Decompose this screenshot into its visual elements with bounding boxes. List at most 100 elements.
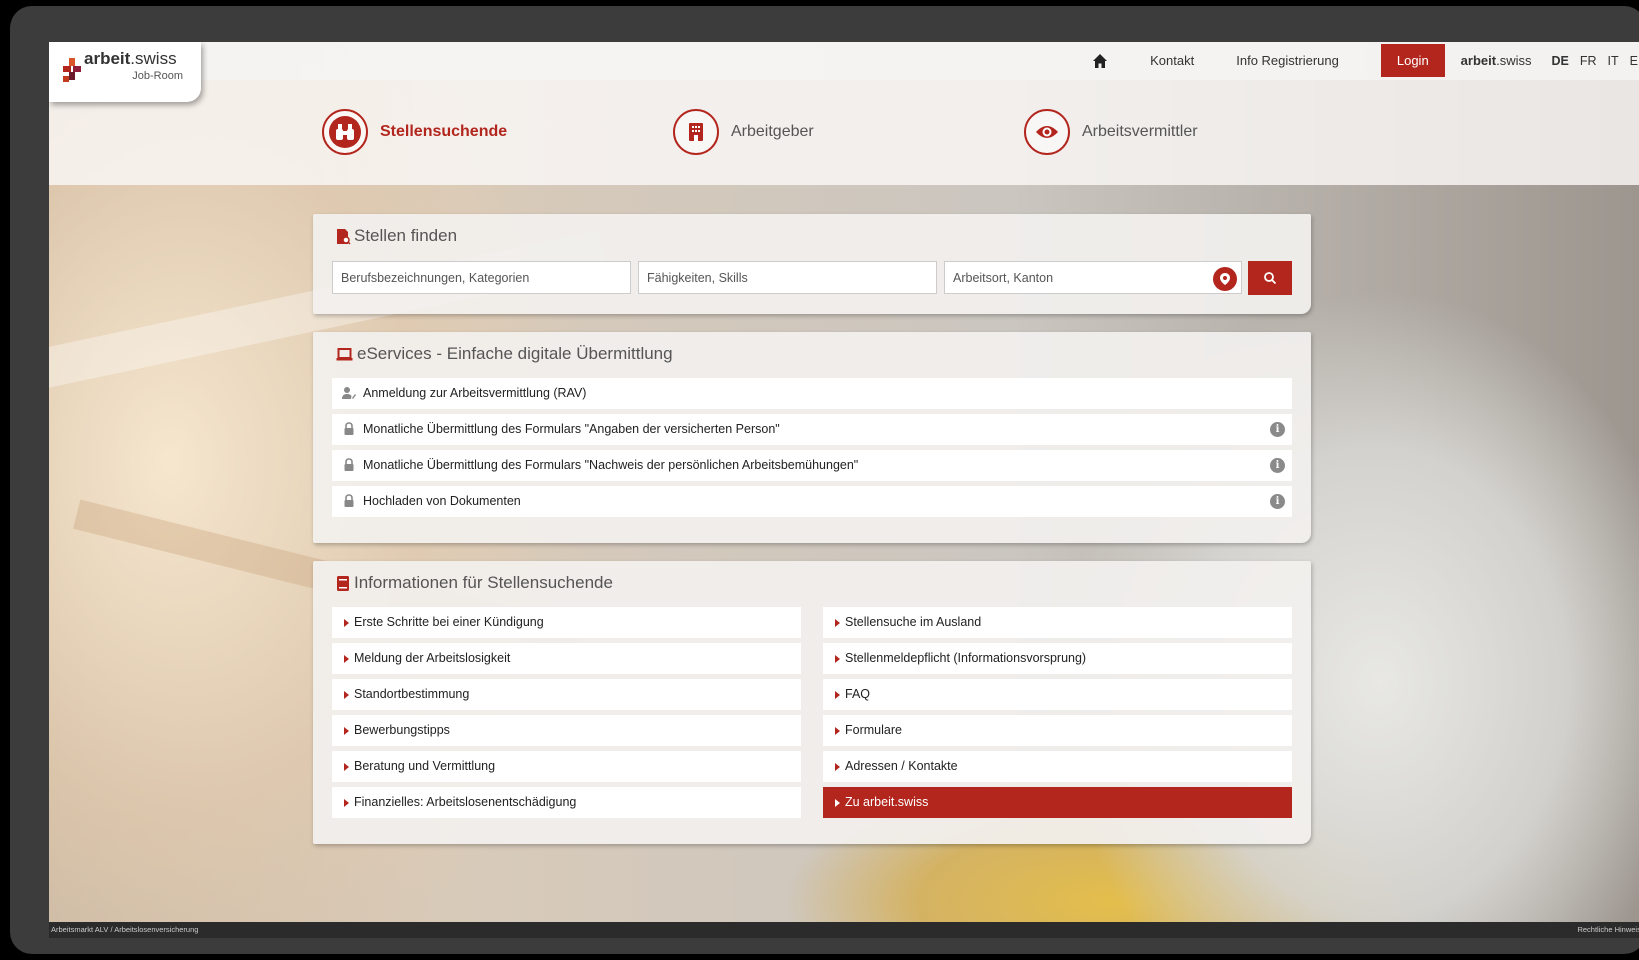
eservice-label: Monatliche Übermittlung des Formulars "N… [363,458,859,472]
top-nav: Kontakt Info Registrierung Login arbeit.… [1090,42,1639,79]
panel-title: Informationen für Stellensuchende [335,573,613,593]
occupation-input[interactable]: Berufsbezeichnungen, Kategorien [332,261,631,294]
info-icon[interactable]: i [1270,458,1285,473]
skills-input[interactable]: Fähigkeiten, Skills [638,261,937,294]
info-link-label: Stellenmeldepflicht (Informationsvorspru… [845,651,1087,665]
role-label: Arbeitgeber [731,123,814,140]
info-link-application-tips[interactable]: Bewerbungstipps [332,715,801,746]
role-tab-arbeitsvermittler[interactable]: Arbeitsvermittler [1024,109,1198,155]
brand-rest: .swiss [1496,53,1532,68]
job-search-panel: Stellen finden Berufsbezeichnungen, Kate… [313,214,1311,314]
info-link-addresses[interactable]: Adressen / Kontakte [823,751,1292,782]
info-icon[interactable]: i [1270,422,1285,437]
arbeit-swiss-link[interactable]: arbeit.swiss [1461,53,1532,68]
login-button[interactable]: Login [1380,44,1445,77]
panel-title-text: eServices - Einfache digitale Übermittlu… [357,344,673,363]
role-icon-ring [673,109,719,155]
info-link-label: Adressen / Kontakte [845,759,958,773]
search-button[interactable] [1248,261,1292,295]
caret-right-icon [835,655,840,663]
role-tab-stellensuchende[interactable]: Stellensuchende [322,109,507,155]
brand-bold: arbeit [1460,53,1497,68]
location-pin-icon[interactable] [1213,267,1237,291]
eservice-item-insured-person-form[interactable]: Monatliche Übermittlung des Formulars "A… [332,414,1292,445]
device-frame: Kontakt Info Registrierung Login arbeit.… [10,6,1639,954]
home-icon[interactable] [1090,51,1110,71]
top-navigation-bar: Kontakt Info Registrierung Login arbeit.… [49,42,1639,80]
info-link-label: Stellensuche im Ausland [845,615,982,629]
logo-subtitle: Job-Room [132,70,183,82]
info-link-first-steps[interactable]: Erste Schritte bei einer Kündigung [332,607,801,638]
panel-title: Stellen finden [335,226,457,246]
info-link-assessment[interactable]: Standortbestimmung [332,679,801,710]
info-link-label: Finanzielles: Arbeitslosenentschädigung [354,795,577,809]
caret-right-icon [344,799,349,807]
eservice-item-registration[interactable]: Anmeldung zur Arbeitsvermittlung (RAV) [332,378,1292,409]
eservice-label: Hochladen von Dokumenten [363,494,521,508]
caret-right-icon [835,727,840,735]
panel-title-text: Stellen finden [354,226,458,245]
info-link-reporting-obligation[interactable]: Stellenmeldepflicht (Informationsvorspru… [823,643,1292,674]
eservice-item-upload-documents[interactable]: Hochladen von Dokumenten i [332,486,1292,517]
caret-right-icon [344,619,349,627]
caret-right-icon [344,763,349,771]
lock-icon [344,494,354,507]
panel-title-text: Informationen für Stellensuchende [354,573,613,592]
info-link-forms[interactable]: Formulare [823,715,1292,746]
logo-brand-bold: arbeit [84,49,131,68]
search-icon [1264,272,1277,285]
logo-wordmark: arbeit.swiss [84,49,177,69]
lang-it[interactable]: IT [1608,54,1619,68]
eservices-panel: eServices - Einfache digitale Übermittlu… [313,332,1311,543]
info-registration-link[interactable]: Info Registrierung [1236,53,1339,68]
job-room-logo[interactable]: arbeit.swiss Job-Room [49,42,201,102]
info-link-faq[interactable]: FAQ [823,679,1292,710]
info-link-label: Formulare [845,723,902,737]
book-icon [337,575,349,591]
info-link-unemployment-report[interactable]: Meldung der Arbeitslosigkeit [332,643,801,674]
laptop-icon [336,347,353,360]
footer-left-link[interactable]: Arbeitsmarkt ALV / Arbeitslosenversicher… [51,922,198,938]
info-link-label: Standortbestimmung [354,687,470,701]
page-footer: Arbeitsmarkt ALV / Arbeitslosenversicher… [49,922,1639,938]
caret-right-icon [344,691,349,699]
info-link-arbeit-swiss[interactable]: Zu arbeit.swiss [823,787,1292,818]
role-selector: Stellensuchende Arbeitgeber Arbeitsvermi… [49,79,1639,185]
role-tab-arbeitgeber[interactable]: Arbeitgeber [673,109,814,155]
lang-de[interactable]: DE [1551,54,1568,68]
eye-icon [1031,116,1063,148]
file-search-icon [337,228,351,245]
info-link-abroad[interactable]: Stellensuche im Ausland [823,607,1292,638]
jobseeker-info-panel: Informationen für Stellensuchende Erste … [313,561,1311,844]
role-icon-ring [322,109,368,155]
caret-right-icon [344,727,349,735]
info-link-finances[interactable]: Finanzielles: Arbeitslosenentschädigung [332,787,801,818]
logo-brand-rest: .swiss [130,49,177,68]
legal-notice-link[interactable]: Rechtliche Hinweise [1577,922,1639,938]
eservice-item-job-search-proof-form[interactable]: Monatliche Übermittlung des Formulars "N… [332,450,1292,481]
lang-fr[interactable]: FR [1580,54,1597,68]
role-icon-ring [1024,109,1070,155]
caret-right-icon [835,763,840,771]
eservice-label: Anmeldung zur Arbeitsvermittlung (RAV) [363,386,587,400]
lock-icon [344,422,354,435]
caret-right-icon [344,655,349,663]
panel-title: eServices - Einfache digitale Übermittlu… [335,344,673,364]
location-placeholder: Arbeitsort, Kanton [953,271,1054,285]
browser-viewport: Kontakt Info Registrierung Login arbeit.… [49,42,1639,938]
info-link-label: Bewerbungstipps [354,723,450,737]
building-icon [680,116,712,148]
role-label: Arbeitsvermittler [1082,123,1198,140]
eservice-label: Monatliche Übermittlung des Formulars "A… [363,422,780,436]
info-icon[interactable]: i [1270,494,1285,509]
lang-en[interactable]: EN [1630,54,1639,68]
caret-right-icon [835,691,840,699]
contact-link[interactable]: Kontakt [1150,53,1194,68]
info-link-label: Beratung und Vermittlung [354,759,496,773]
caret-right-icon [835,619,840,627]
info-link-label: Erste Schritte bei einer Kündigung [354,615,544,629]
info-link-label: FAQ [845,687,871,701]
location-input[interactable]: Arbeitsort, Kanton [944,261,1242,294]
info-link-counseling[interactable]: Beratung und Vermittlung [332,751,801,782]
info-link-label: Zu arbeit.swiss [845,795,929,809]
